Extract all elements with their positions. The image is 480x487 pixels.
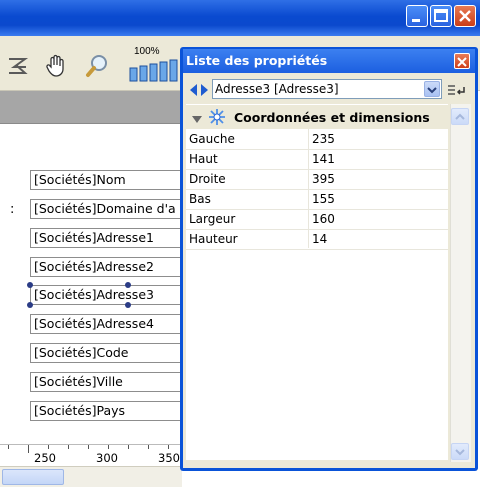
triangle-down-icon [192, 116, 202, 123]
property-name: Haut [189, 152, 218, 166]
section-band [0, 91, 182, 124]
zoom-bars-button[interactable] [128, 58, 182, 82]
property-row[interactable]: Gauche 235 [186, 130, 448, 150]
prev-next-object-button[interactable] [189, 82, 209, 96]
property-name: Gauche [189, 132, 235, 146]
property-name: Bas [189, 192, 211, 206]
object-selector[interactable]: Adresse3 [Adresse3] [212, 79, 442, 99]
selection-handle[interactable] [27, 282, 33, 288]
property-row[interactable]: Haut 141 [186, 150, 448, 170]
field-adresse2[interactable]: [Sociétés]Adresse2 [30, 257, 190, 277]
maximize-button[interactable] [430, 5, 452, 27]
hand-icon [46, 54, 64, 77]
property-value[interactable]: 235 [312, 132, 335, 146]
panel-title: Liste des propriétés [186, 53, 328, 68]
field-adresse4[interactable]: [Sociétés]Adresse4 [30, 314, 190, 334]
zoom-tool-button[interactable] [85, 53, 111, 79]
property-value[interactable]: 395 [312, 172, 335, 186]
maximize-icon [434, 9, 448, 22]
field-adresse3-selected[interactable]: [Sociétés]Adresse3 [30, 285, 190, 305]
property-value[interactable]: 160 [312, 212, 335, 226]
close-icon [459, 10, 471, 22]
chevron-down-icon [427, 87, 437, 94]
field-colon: : [10, 202, 15, 217]
ruler-label: 350 [158, 451, 180, 465]
ruler-label: 300 [96, 451, 118, 465]
horizontal-scrollbar[interactable] [0, 466, 182, 487]
field-domaine[interactable]: [Sociétés]Domaine d'a [30, 199, 190, 219]
hand-tool-button[interactable] [44, 53, 70, 79]
list-arrow-icon [448, 85, 465, 95]
coordinates-icon [208, 108, 226, 126]
property-row[interactable]: Bas 155 [186, 190, 448, 210]
scroll-down-button[interactable] [451, 443, 469, 460]
property-name: Largeur [189, 212, 236, 226]
property-row[interactable]: Hauteur 14 [186, 230, 448, 250]
scroll-up-button[interactable] [451, 108, 469, 125]
selection-handle[interactable] [125, 302, 131, 308]
minimize-button[interactable] [406, 5, 428, 27]
property-name: Hauteur [189, 232, 238, 246]
selection-handle[interactable] [125, 282, 131, 288]
ruler-label: 250 [34, 451, 56, 465]
panel-close-button[interactable] [454, 53, 470, 69]
horizontal-ruler: 250 300 350 [0, 444, 182, 467]
selection-handle[interactable] [27, 302, 33, 308]
close-window-button[interactable] [454, 5, 476, 27]
section-title: Coordonnées et dimensions [234, 110, 430, 125]
minimize-icon [412, 19, 420, 22]
collapse-toggle[interactable] [190, 111, 204, 125]
field-adresse1[interactable]: [Sociétés]Adresse1 [30, 228, 190, 248]
property-value[interactable]: 141 [312, 152, 335, 166]
align-tool-button[interactable] [6, 53, 32, 79]
field-nom[interactable]: [Sociétés]Nom [30, 170, 190, 190]
chevron-down-icon [455, 449, 465, 456]
left-right-arrows-icon [190, 84, 208, 96]
property-name: Droite [189, 172, 226, 186]
field-ville[interactable]: [Sociétés]Ville [30, 372, 190, 392]
vertical-scrollbar[interactable] [450, 104, 471, 462]
object-selector-dropdown[interactable] [424, 81, 440, 97]
chevron-up-icon [455, 113, 465, 120]
magnifier-icon [86, 55, 107, 77]
field-pays[interactable]: [Sociétés]Pays [30, 401, 190, 421]
property-row[interactable]: Droite 395 [186, 170, 448, 190]
close-icon [457, 57, 467, 67]
property-value[interactable]: 155 [312, 192, 335, 206]
property-row[interactable]: Largeur 160 [186, 210, 448, 230]
field-code[interactable]: [Sociétés]Code [30, 343, 190, 363]
zoom-level-label: 100% [134, 46, 160, 57]
column-divider [308, 129, 309, 248]
panel-options-button[interactable] [446, 81, 466, 99]
scrollbar-thumb[interactable] [2, 469, 64, 485]
zoom-bars-icon [129, 59, 178, 82]
property-value[interactable]: 14 [312, 232, 327, 246]
align-icon [9, 58, 29, 74]
